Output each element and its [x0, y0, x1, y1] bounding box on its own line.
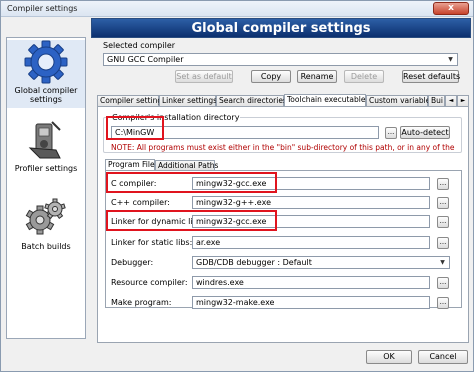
resource-compiler-input[interactable]: windres.exe — [192, 276, 430, 289]
selected-compiler-label: Selected compiler — [103, 41, 176, 50]
highlight-dynamic-linker — [106, 210, 277, 231]
tab-build-options[interactable]: Bui — [428, 95, 445, 106]
browse-resource-compiler-button[interactable]: ... — [437, 277, 449, 289]
sidebar-item-global-compiler[interactable]: Global compiler settings — [7, 40, 85, 108]
static-linker-input[interactable]: ar.exe — [192, 236, 430, 249]
batch-gears-icon — [25, 198, 66, 235]
debugger-label: Debugger: — [111, 258, 154, 267]
reset-defaults-button[interactable]: Reset defaults — [402, 70, 460, 83]
gear-icon — [24, 40, 68, 84]
cancel-button[interactable]: Cancel — [418, 350, 468, 364]
tab-linker-settings[interactable]: Linker settings — [159, 95, 217, 106]
browse-install-dir-button[interactable]: ... — [385, 127, 397, 139]
settings-sidebar: Global compiler settings Profiler settin… — [6, 37, 86, 339]
compiler-settings-window: Compiler settings x Global compiler sett… — [0, 0, 474, 372]
compiler-select[interactable]: GNU GCC Compiler ▼ — [103, 53, 458, 66]
rename-button[interactable]: Rename — [297, 70, 337, 83]
debugger-select[interactable]: GDB/CDB debugger : Default ▼ — [192, 256, 450, 269]
make-program-input[interactable]: mingw32-make.exe — [192, 296, 430, 309]
close-button[interactable]: x — [433, 2, 469, 15]
sidebar-item-label: Profiler settings — [14, 164, 78, 173]
tab-compiler-settings[interactable]: Compiler settings — [97, 95, 166, 106]
tab-program-files[interactable]: Program Files — [105, 159, 159, 170]
sidebar-item-profiler[interactable]: Profiler settings — [7, 118, 85, 180]
highlight-c-compiler — [106, 172, 277, 193]
page-header: Global compiler settings — [91, 18, 471, 38]
chevron-down-icon: ▼ — [440, 259, 445, 266]
tab-scroll-right-icon[interactable]: ► — [457, 95, 469, 106]
install-dir-note: NOTE: All programs must exist either in … — [111, 143, 455, 152]
tab-custom-variables[interactable]: Custom variables — [366, 95, 434, 106]
auto-detect-button[interactable]: Auto-detect — [400, 126, 450, 139]
cpp-compiler-label: C++ compiler: — [111, 198, 170, 207]
page-title: Global compiler settings — [191, 21, 371, 36]
browse-static-linker-button[interactable]: ... — [437, 237, 449, 249]
tab-toolchain-executables[interactable]: Toolchain executables — [284, 94, 369, 106]
ok-button[interactable]: OK — [366, 350, 412, 364]
compiler-select-value: GNU GCC Compiler — [107, 55, 184, 64]
highlight-install-dir — [106, 116, 164, 140]
chevron-down-icon: ▼ — [448, 56, 453, 63]
resource-compiler-label: Resource compiler: — [111, 278, 188, 287]
cpp-compiler-input[interactable]: mingw32-g++.exe — [192, 196, 430, 209]
sidebar-item-label: settings — [30, 95, 62, 104]
set-default-button[interactable]: Set as default — [175, 70, 233, 83]
debugger-select-value: GDB/CDB debugger : Default — [196, 258, 312, 267]
static-linker-label: Linker for static libs: — [111, 238, 193, 247]
title-bar[interactable]: Compiler settings x — [1, 1, 473, 17]
tab-search-directories[interactable]: Search directories — [216, 95, 287, 106]
settings-tabs: Compiler settings Linker settings Search… — [97, 94, 469, 106]
sidebar-item-batch-builds[interactable]: Batch builds — [7, 196, 85, 258]
window-title: Compiler settings — [7, 4, 78, 13]
browse-make-program-button[interactable]: ... — [437, 297, 449, 309]
browse-dynamic-linker-button[interactable]: ... — [437, 216, 449, 228]
browse-cpp-compiler-button[interactable]: ... — [437, 197, 449, 209]
sidebar-item-label: Global compiler — [14, 86, 78, 95]
delete-button[interactable]: Delete — [344, 70, 384, 83]
profiler-icon — [28, 121, 61, 159]
copy-button[interactable]: Copy — [251, 70, 291, 83]
tab-scroll-left-icon[interactable]: ◄ — [445, 95, 457, 106]
make-program-label: Make program: — [111, 298, 172, 307]
sidebar-item-label: Batch builds — [21, 242, 71, 251]
tab-additional-paths[interactable]: Additional Paths — [155, 160, 218, 170]
browse-c-compiler-button[interactable]: ... — [437, 178, 449, 190]
